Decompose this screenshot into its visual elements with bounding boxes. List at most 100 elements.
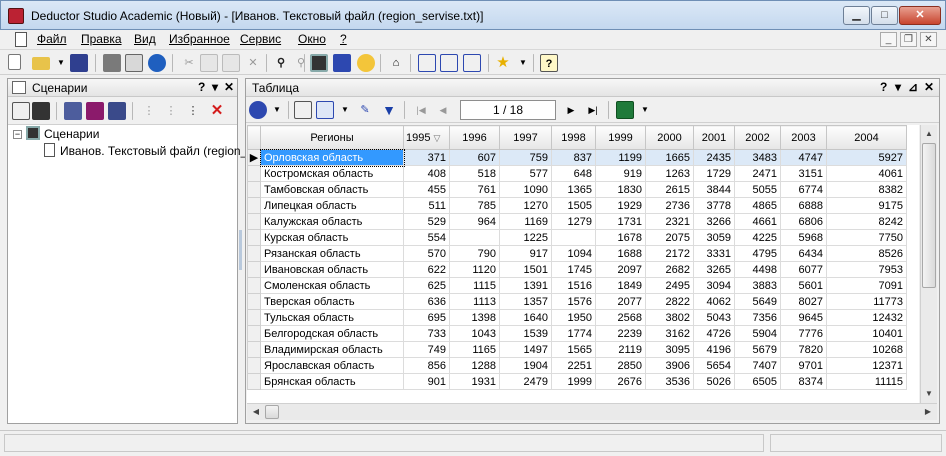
value-cell[interactable]: 1501 xyxy=(499,261,552,278)
value-cell[interactable]: 8242 xyxy=(826,213,907,230)
value-cell[interactable]: 554 xyxy=(403,229,450,246)
value-cell[interactable]: 4196 xyxy=(693,341,735,358)
value-cell[interactable]: 1999 xyxy=(551,373,596,390)
cut-icon[interactable]: ✂ xyxy=(180,54,198,72)
menu-help[interactable]: ? xyxy=(340,32,347,46)
value-cell[interactable]: 1688 xyxy=(595,245,646,262)
close-button[interactable]: ✕ xyxy=(899,6,941,25)
menu-favorites[interactable]: Избранное xyxy=(169,32,230,46)
value-cell[interactable]: 3536 xyxy=(645,373,694,390)
home-icon[interactable]: ⌂ xyxy=(387,54,405,72)
value-cell[interactable]: 8382 xyxy=(826,181,907,198)
tile-horizontal-icon[interactable] xyxy=(440,54,458,72)
value-cell[interactable]: 4225 xyxy=(734,229,781,246)
value-cell[interactable]: 577 xyxy=(499,165,552,182)
view-settings-icon[interactable] xyxy=(249,101,267,119)
find-replace-icon[interactable]: ⚲ xyxy=(292,54,310,72)
value-cell[interactable]: 2239 xyxy=(595,325,646,342)
wizard-icon[interactable] xyxy=(357,54,375,72)
region-cell[interactable]: Ивановская область xyxy=(260,261,404,278)
value-cell[interactable]: 733 xyxy=(403,325,450,342)
scenarios-panel-icon[interactable] xyxy=(310,54,328,72)
value-cell[interactable]: 2479 xyxy=(499,373,552,390)
value-cell[interactable]: 518 xyxy=(449,165,500,182)
value-cell[interactable]: 695 xyxy=(403,309,450,326)
table-row[interactable]: Ивановская область 622 1120 1501 1745 2097 268… xyxy=(247,261,907,278)
value-cell[interactable]: 7776 xyxy=(780,325,827,342)
value-cell[interactable]: 5904 xyxy=(734,325,781,342)
value-cell[interactable]: 570 xyxy=(403,245,450,262)
table-row[interactable]: Тверская область 636 1113 1357 1576 2077 2822 4… xyxy=(247,293,907,310)
value-cell[interactable]: 1094 xyxy=(551,245,596,262)
properties-icon[interactable] xyxy=(12,102,30,120)
dropdown-arrow-icon[interactable]: ▼ xyxy=(268,101,286,119)
value-cell[interactable]: 2075 xyxy=(645,229,694,246)
value-cell[interactable]: 1199 xyxy=(595,149,646,166)
print-icon[interactable] xyxy=(103,54,121,72)
first-page-icon[interactable]: |◀ xyxy=(412,101,430,119)
value-cell[interactable]: 6888 xyxy=(780,197,827,214)
minimize-button[interactable]: ▁ xyxy=(843,6,870,25)
value-cell[interactable]: 1225 xyxy=(499,229,552,246)
menu-view[interactable]: Вид xyxy=(134,32,156,46)
column-header[interactable]: 1996 xyxy=(449,125,500,150)
value-cell[interactable]: 1576 xyxy=(551,293,596,310)
value-cell[interactable]: 785 xyxy=(449,197,500,214)
copy-icon[interactable] xyxy=(200,54,218,72)
value-cell[interactable]: 7750 xyxy=(826,229,907,246)
row-indicator-cell[interactable] xyxy=(247,341,261,358)
column-header-sorted[interactable]: 1995 ▽ xyxy=(403,125,450,150)
properties-icon[interactable] xyxy=(294,101,312,119)
dropdown-arrow-icon[interactable]: ▼ xyxy=(52,54,70,72)
table-row[interactable]: Тамбовская область 455 761 1090 1365 1830 2615… xyxy=(247,181,907,198)
value-cell[interactable]: 2736 xyxy=(645,197,694,214)
panel-help-button[interactable]: ? xyxy=(880,80,887,94)
row-indicator-cell[interactable] xyxy=(247,373,261,390)
value-cell[interactable]: 12371 xyxy=(826,357,907,374)
cascade-windows-icon[interactable] xyxy=(418,54,436,72)
maximize-button[interactable]: □ xyxy=(871,6,898,25)
value-cell[interactable]: 1830 xyxy=(595,181,646,198)
table-row[interactable]: Калужская область 529 964 1169 1279 1731 2321 3… xyxy=(247,213,907,230)
next-page-icon[interactable]: ▶ xyxy=(562,101,580,119)
panel-close-button[interactable]: ✕ xyxy=(924,80,934,94)
value-cell[interactable]: 2471 xyxy=(734,165,781,182)
row-indicator-cell[interactable] xyxy=(247,277,261,294)
value-cell[interactable]: 625 xyxy=(403,277,450,294)
value-cell[interactable]: 1678 xyxy=(595,229,646,246)
row-indicator-cell[interactable] xyxy=(247,229,261,246)
value-cell[interactable]: 7953 xyxy=(826,261,907,278)
value-cell[interactable]: 371 xyxy=(403,149,450,166)
region-cell[interactable]: Калужская область xyxy=(260,213,404,230)
panel-splitter[interactable] xyxy=(239,230,242,270)
vertical-scrollbar[interactable]: ▲ ▼ xyxy=(920,125,937,403)
value-cell[interactable]: 3906 xyxy=(645,357,694,374)
region-cell[interactable]: Тамбовская область xyxy=(260,181,404,198)
value-cell[interactable]: 5968 xyxy=(780,229,827,246)
value-cell[interactable]: 1565 xyxy=(551,341,596,358)
row-indicator-cell[interactable] xyxy=(247,309,261,326)
value-cell[interactable]: 3266 xyxy=(693,213,735,230)
value-cell[interactable]: 4795 xyxy=(734,245,781,262)
new-file-icon[interactable] xyxy=(8,54,21,70)
value-cell[interactable]: 4061 xyxy=(826,165,907,182)
column-header[interactable]: 2003 xyxy=(780,125,827,150)
dropdown-arrow-icon[interactable]: ▼ xyxy=(636,101,654,119)
value-cell[interactable]: 1539 xyxy=(499,325,552,342)
value-cell[interactable]: 6434 xyxy=(780,245,827,262)
value-cell[interactable]: 1849 xyxy=(595,277,646,294)
value-cell[interactable]: 3162 xyxy=(645,325,694,342)
table-row[interactable]: Ярославская область 856 1288 1904 2251 2850 39… xyxy=(247,357,907,374)
value-cell[interactable]: 5055 xyxy=(734,181,781,198)
table-row[interactable]: Курская область 554 1225 1678 2075 3059 4225 59… xyxy=(247,229,907,246)
panel-float-button[interactable]: ⊿ xyxy=(908,80,918,94)
table-row[interactable]: Брянская область 901 1931 2479 1999 2676 3536 5… xyxy=(247,373,907,390)
document-icon[interactable] xyxy=(15,32,27,47)
tools-icon[interactable]: ✎ xyxy=(356,101,374,119)
value-cell[interactable]: 3331 xyxy=(693,245,735,262)
value-cell[interactable]: 1165 xyxy=(449,341,500,358)
row-indicator-cell[interactable] xyxy=(247,181,261,198)
mdi-close-button[interactable]: ✕ xyxy=(920,32,937,47)
value-cell[interactable]: 749 xyxy=(403,341,450,358)
mdi-restore-button[interactable]: ❐ xyxy=(900,32,917,47)
